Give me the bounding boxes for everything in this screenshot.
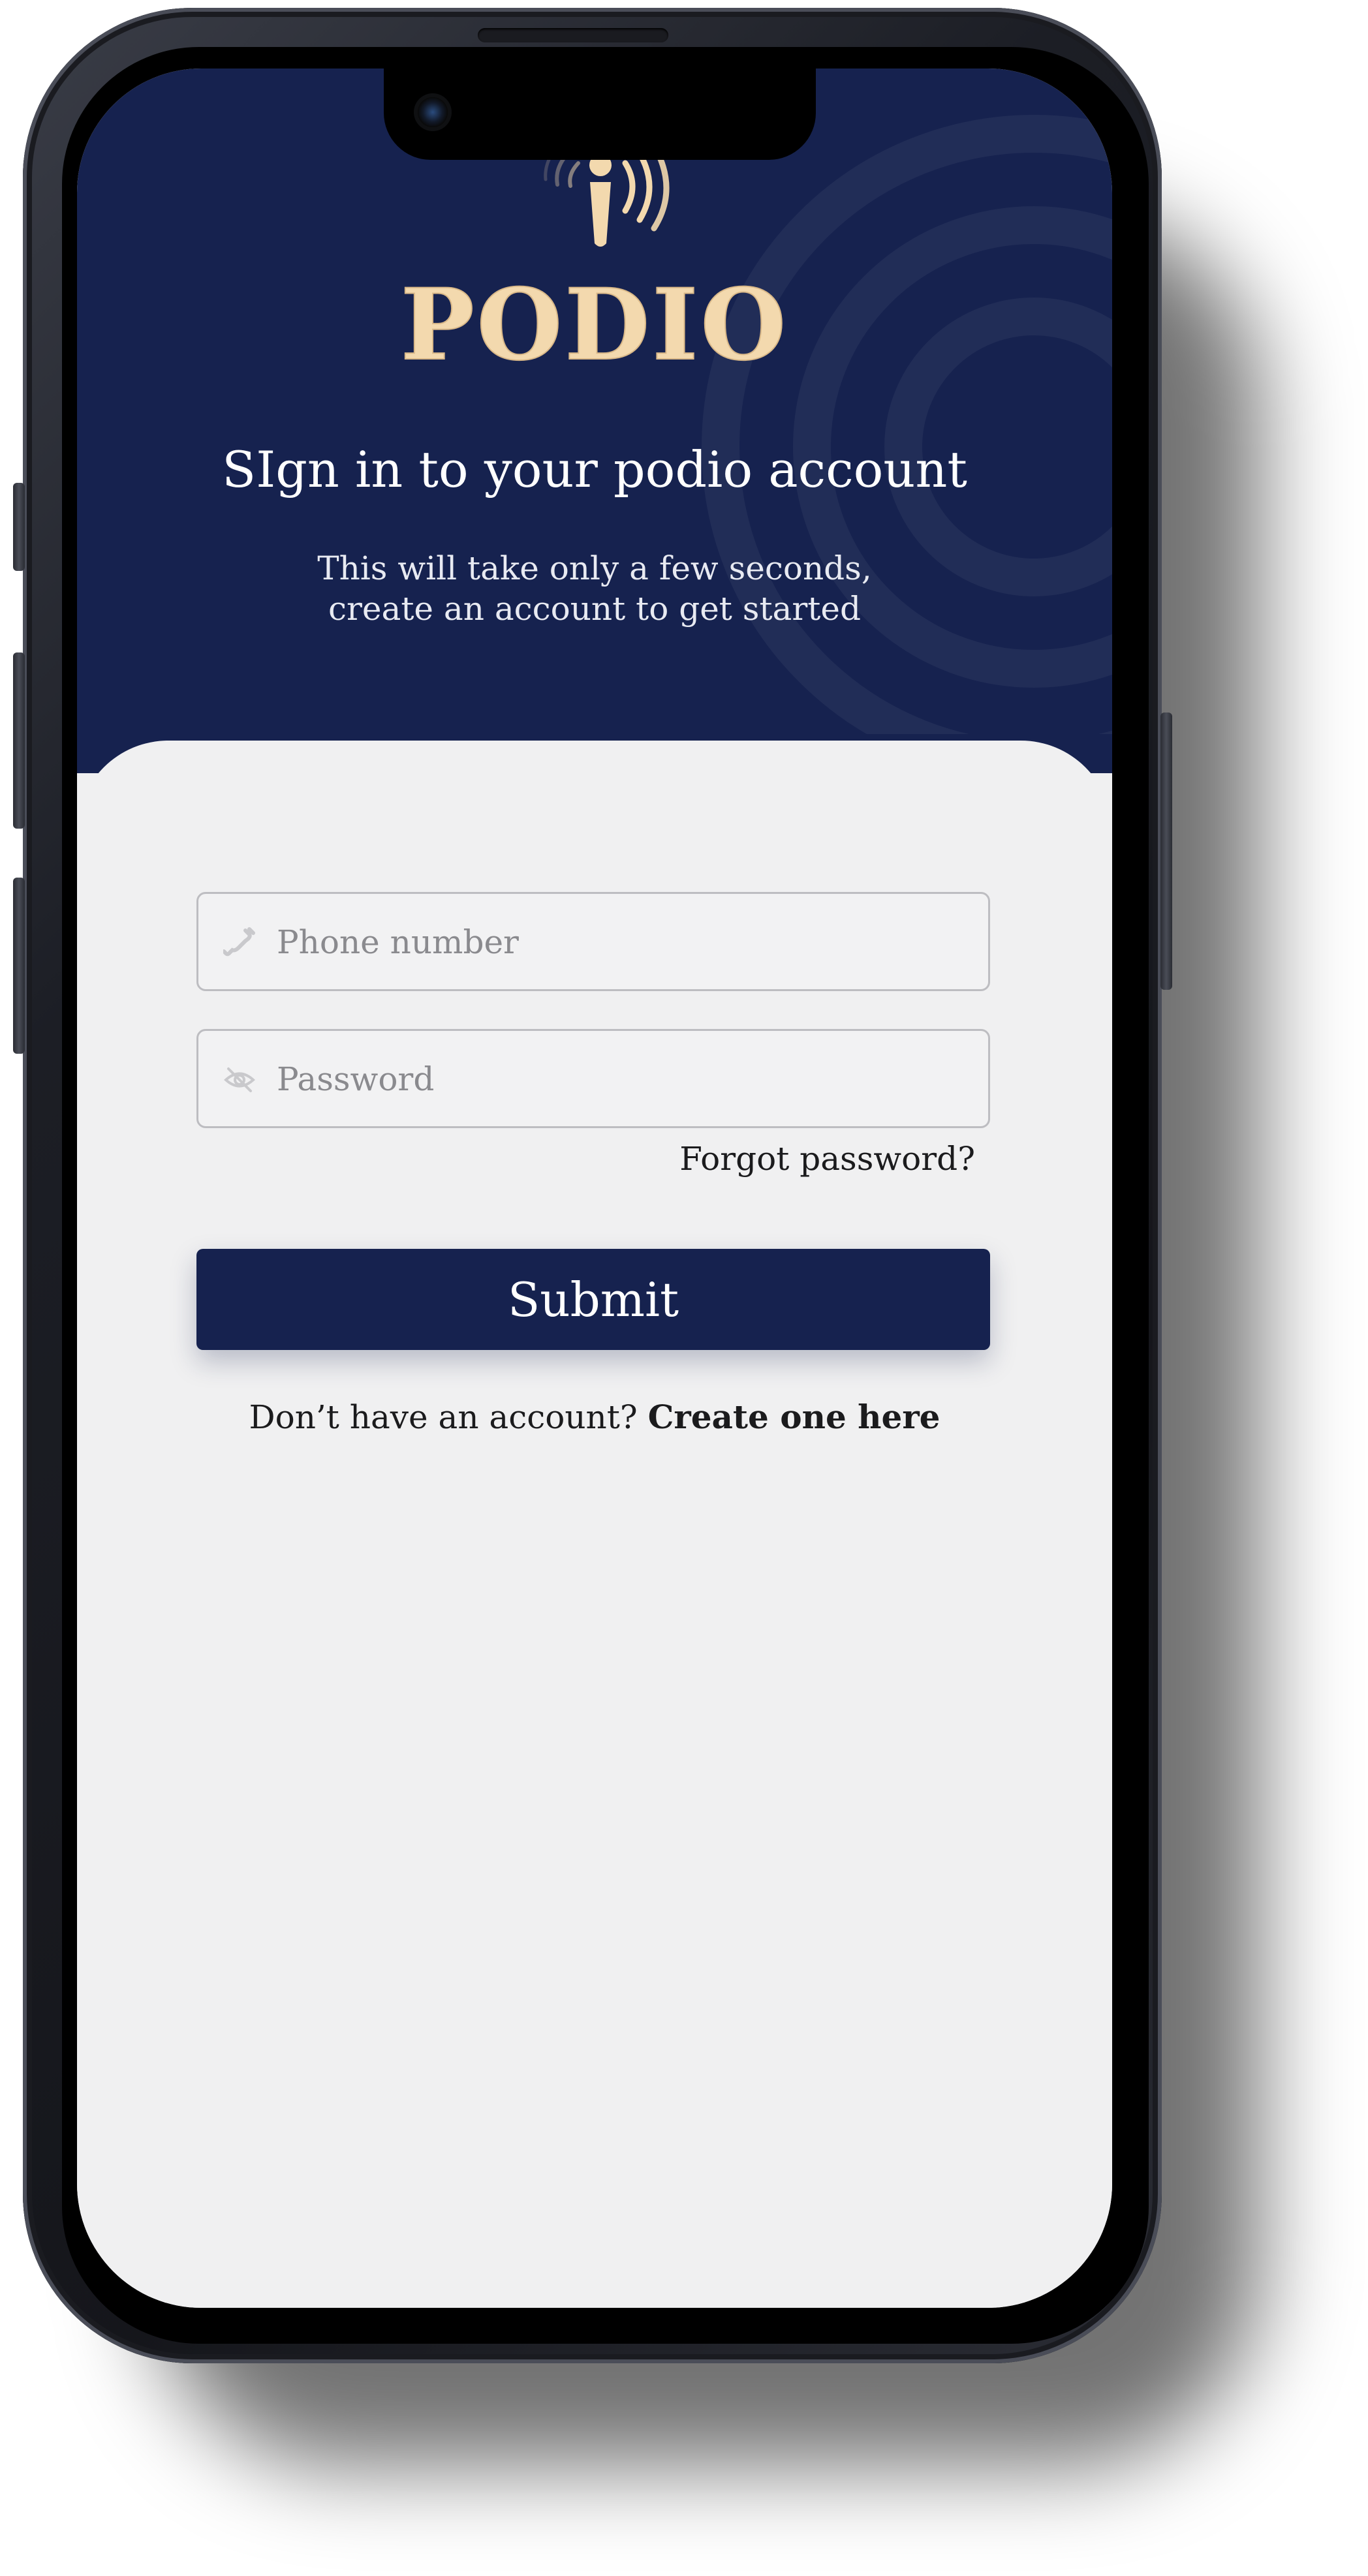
volume-up-button bbox=[13, 652, 25, 829]
password-input[interactable] bbox=[275, 1031, 963, 1127]
phone-field[interactable] bbox=[196, 892, 990, 991]
power-button bbox=[1160, 713, 1172, 990]
forgot-password-link[interactable]: Forgot password? bbox=[679, 1140, 975, 1178]
sign-in-form: Forgot password? Submit Don’t have an ac… bbox=[77, 741, 1112, 2308]
password-field[interactable] bbox=[196, 1029, 990, 1128]
header-panel: PODIO SIgn in to your podio account This… bbox=[77, 69, 1112, 773]
eye-off-icon bbox=[224, 1067, 255, 1092]
phone-input[interactable] bbox=[275, 894, 963, 990]
phone-screen: PODIO SIgn in to your podio account This… bbox=[77, 69, 1112, 2308]
submit-button[interactable]: Submit bbox=[196, 1249, 990, 1350]
signup-prompt-text: Don’t have an account? bbox=[249, 1398, 638, 1436]
camera-notch bbox=[384, 69, 816, 160]
page-subtitle: This will take only a few seconds, creat… bbox=[317, 549, 872, 628]
signup-prompt: Don’t have an account? Create one here bbox=[77, 1398, 1112, 1436]
volume-down-button bbox=[13, 878, 25, 1054]
brand-logotype: PODIO bbox=[400, 267, 789, 383]
decorative-rings bbox=[702, 115, 1112, 734]
mute-switch bbox=[13, 483, 25, 571]
create-account-link[interactable]: Create one here bbox=[648, 1398, 940, 1436]
page-title: SIgn in to your podio account bbox=[222, 440, 967, 498]
earpiece-speaker bbox=[478, 28, 668, 42]
front-camera bbox=[418, 97, 448, 127]
phone-icon bbox=[223, 927, 255, 957]
